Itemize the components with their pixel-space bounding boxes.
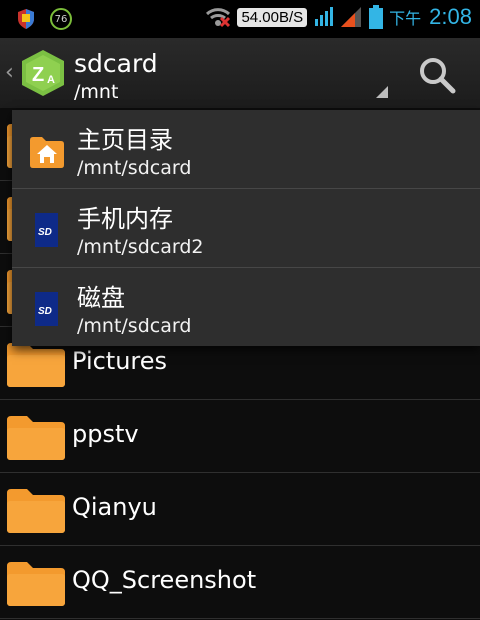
current-path[interactable]: /mnt [74,81,118,103]
current-folder-title[interactable]: sdcard [74,49,158,78]
svg-text:Z: Z [32,64,44,86]
folder-icon [7,562,65,606]
wifi-off-icon [206,8,231,28]
time-period: 下午 [389,9,422,28]
file-name: QQ_Screenshot [72,566,257,594]
network-speed: 54.00B/S [237,7,308,27]
folder-icon [7,489,65,533]
dropdown-item-phone-storage[interactable]: SD 手机内存 /mnt/sdcard2 [12,189,480,268]
list-item[interactable]: QQ_Screenshot [0,546,480,619]
dropdown-item-path: /mnt/sdcard [77,315,192,337]
back-chevron-icon[interactable]: ‹ [5,60,14,85]
dropdown-item-path: /mnt/sdcard [77,157,192,179]
file-name: Pictures [72,347,168,375]
svg-text:A: A [47,74,55,86]
dropdown-indicator-icon[interactable] [376,86,388,98]
shield-icon [18,9,34,29]
battery-icon [369,5,384,29]
dropdown-item-label: 磁盘 [77,284,125,312]
dropdown-item-label: 手机内存 [77,205,173,233]
action-bar: ‹ Z A sdcard /mnt [0,38,480,108]
list-item[interactable]: Qianyu [0,473,480,546]
status-bar: 76 54.00B/S 下午 2:08 [0,0,480,38]
dropdown-item-home[interactable]: 主页目录 /mnt/sdcard [12,110,480,189]
file-name: ppstv [72,420,139,448]
dropdown-item-path: /mnt/sdcard2 [77,236,204,258]
list-item[interactable]: ppstv [0,400,480,473]
folder-icon [7,416,65,460]
dropdown-item-label: 主页目录 [77,126,173,154]
storage-dropdown-menu: 主页目录 /mnt/sdcard SD 手机内存 /mnt/sdcard2 SD… [12,110,480,346]
search-icon[interactable] [418,56,456,94]
dropdown-item-disk[interactable]: SD 磁盘 /mnt/sdcard [12,268,480,346]
sd-card-icon: SD [35,213,58,247]
svg-text:SD: SD [38,227,52,238]
sd-card-icon: SD [35,292,58,326]
zarchiver-app-icon[interactable]: Z A [20,49,66,97]
home-icon [30,137,64,168]
folder-icon [7,343,65,387]
data-arrows-icon [315,7,334,26]
svg-text:SD: SD [38,306,52,317]
file-name: Qianyu [72,493,157,521]
signal-icon [341,7,362,27]
clock: 2:08 [429,4,472,29]
battery-saver-badge: 76 [50,8,72,30]
